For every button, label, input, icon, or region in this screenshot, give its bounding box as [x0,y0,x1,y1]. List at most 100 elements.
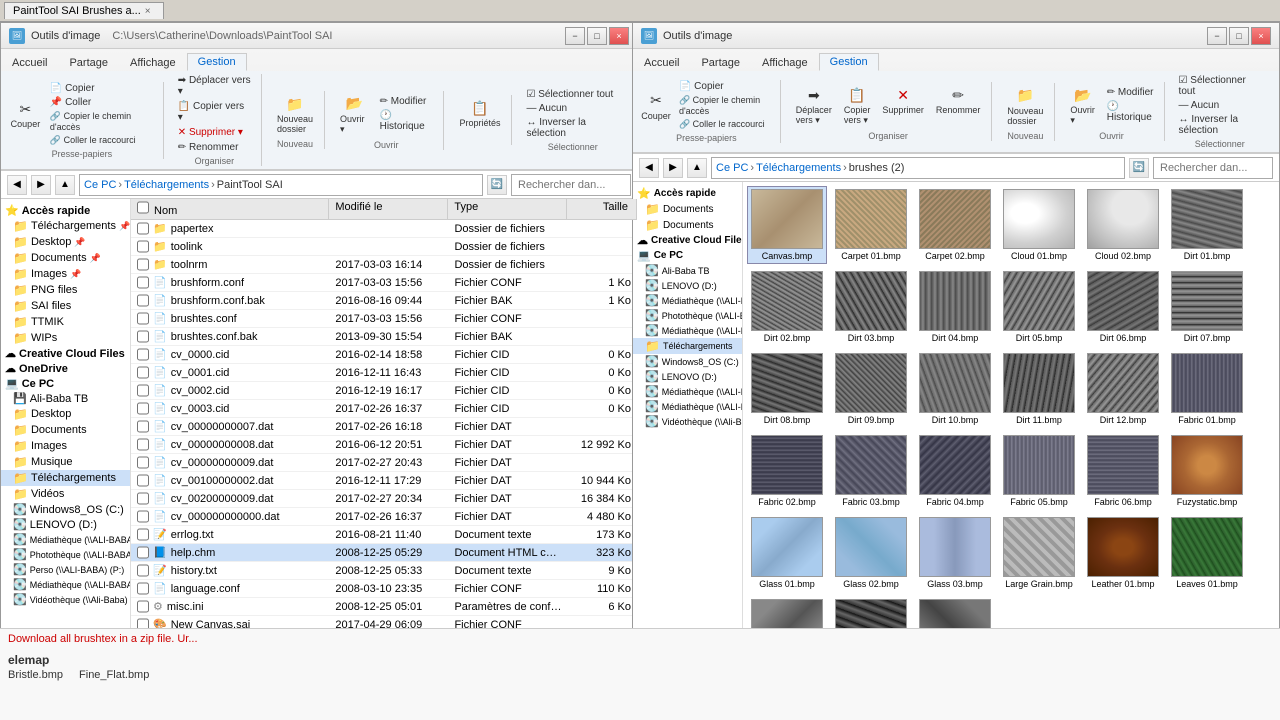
right-sidebar-accueil[interactable]: ⭐ Accès rapide [633,186,742,201]
right-btn-nouveau-dossier[interactable]: 📁 Nouveaudossier [1002,83,1048,129]
left-back-btn[interactable]: ◀ [7,175,27,195]
list-item[interactable]: Fuzystatic.bmp [1167,432,1247,510]
right-sidebar-telecharger[interactable]: 📁 Téléchargements [633,338,742,354]
col-header-type[interactable]: Type [448,199,567,219]
sidebar-item-cepc[interactable]: 💻 Ce PC [1,376,130,391]
left-forward-btn[interactable]: ▶ [31,175,51,195]
row-checkbox[interactable] [137,456,149,469]
left-btn-tout[interactable]: ☑ Sélectionner tout [522,88,623,101]
sidebar-item-acces-rapide[interactable]: ⭐ Accès rapide [1,203,130,218]
row-checkbox[interactable] [137,564,149,577]
row-checkbox[interactable] [137,312,149,325]
left-tab-gestion[interactable]: Gestion [187,53,247,71]
left-btn-historique[interactable]: 🕐 Historique [376,109,438,133]
table-row[interactable]: 📄 cv_00200000009.dat 2017-02-27 20:34 Fi… [131,490,637,508]
right-tab-accueil[interactable]: Accueil [633,54,690,71]
row-checkbox[interactable] [137,474,149,487]
row-checkbox[interactable] [137,240,149,253]
sidebar-item-onedrive[interactable]: ☁ OneDrive [1,361,130,376]
left-bc-cepc[interactable]: Ce PC [84,179,116,191]
list-item[interactable]: Dirt 01.bmp [1167,186,1247,264]
right-btn-copier-chemin[interactable]: 🔗 Copier le chemin d'accès [675,94,774,117]
left-btn-coller[interactable]: 📌 Coller [46,96,157,109]
sidebar-item-perso-p[interactable]: 💽 Perso (\\ALI-BABA) (P:) [1,562,130,577]
list-item[interactable]: Fabric 03.bmp [831,432,911,510]
table-row[interactable]: 📄 cv_0000.cid 2016-02-14 18:58 Fichier C… [131,346,637,364]
right-btn-renommer[interactable]: ✏ Renommer [931,82,986,129]
right-sidebar-photo-o[interactable]: 💽 Photothèque (\\ALI-BABA) (O:) [633,308,742,323]
table-row[interactable]: 📁 papertex Dossier de fichiers [131,220,637,238]
right-sidebar-med-m2[interactable]: 💽 Médiathèque (\\ALI-BABA) (M:) [633,384,742,399]
left-btn-inverser[interactable]: ↔ Inverser la sélection [522,116,623,140]
right-sidebar-docs1[interactable]: 📁 Documents [633,201,742,217]
sidebar-item-png[interactable]: 📁 PNG files [1,282,130,298]
right-sidebar-med-m[interactable]: 💽 Médiathèque (\\ALI-BABA) (M:) [633,293,742,308]
list-item[interactable]: Glass 03.bmp [915,514,995,592]
left-minimize-btn[interactable]: − [565,27,585,45]
right-sidebar-lenovod[interactable]: 💽 LENOVO (D:) [633,278,742,293]
right-bc-downloads[interactable]: Téléchargements [756,162,841,174]
sidebar-item-creative-cloud[interactable]: ☁ Creative Cloud Files [1,346,130,361]
right-sidebar-docs2[interactable]: 📁 Documents [633,217,742,233]
table-row[interactable]: 📄 cv_00000000009.dat 2017-02-27 20:43 Fi… [131,454,637,472]
col-header-date[interactable]: Modifié le [329,199,448,219]
right-sidebar-winc[interactable]: 💽 Windows8_OS (C:) [633,354,742,369]
sidebar-item-alibaba[interactable]: 💾 Ali-Baba TB [1,391,130,406]
list-item[interactable]: Dirt 02.bmp [747,268,827,346]
table-row[interactable]: 📄 cv_00000000008.dat 2016-06-12 20:51 Fi… [131,436,637,454]
right-sidebar-lenovo2[interactable]: 💽 LENOVO (D:) [633,369,742,384]
sidebar-item-med-m[interactable]: 💽 Médiathèque (\\ALI-BABA) (M:) [1,532,130,547]
list-item[interactable]: bmp3 [915,596,995,629]
right-tab-affichage[interactable]: Affichage [751,54,819,71]
left-btn-ouvrir[interactable]: 📂 Ouvrir ▾ [335,91,374,138]
list-item[interactable]: Large Grain.bmp [999,514,1079,592]
list-item[interactable]: Canvas.bmp [747,186,827,264]
right-btn-tout[interactable]: ☑ Sélectionner tout [1175,74,1265,98]
right-refresh-btn[interactable]: 🔄 [1129,158,1149,178]
list-item[interactable]: Fabric 01.bmp [1167,350,1247,428]
sidebar-item-images[interactable]: 📁 Images 📌 [1,266,130,282]
left-search-input[interactable] [511,174,631,196]
row-checkbox[interactable] [137,546,149,559]
list-item[interactable]: Carpet 02.bmp [915,186,995,264]
right-btn-copier[interactable]: 📄 Copier [675,80,774,93]
left-tab-accueil[interactable]: Accueil [1,54,58,71]
table-row[interactable]: 📄 cv_0001.cid 2016-12-11 16:43 Fichier C… [131,364,637,382]
left-bc-downloads[interactable]: Téléchargements [124,179,209,191]
left-btn-supprimer[interactable]: ✕ Supprimer ▾ [174,126,255,139]
table-row[interactable]: 📄 cv_000000000000.dat 2017-02-26 16:37 F… [131,508,637,526]
right-btn-ouvrir[interactable]: 📂 Ouvrir ▾ [1065,82,1100,129]
right-sidebar-creative[interactable]: ☁ Creative Cloud Files [633,233,742,248]
right-sidebar-med-y2[interactable]: 💽 Médiathèque (\\ALI-BABA) (Y:) [633,399,742,414]
sidebar-item-video-v[interactable]: 💽 Vidéothèque (\\Ali-Baba) (V:) [1,592,130,607]
row-checkbox[interactable] [137,294,149,307]
sidebar-item-images2[interactable]: 📁 Images [1,438,130,454]
sidebar-item-videos[interactable]: 📁 Vidéos [1,486,130,502]
right-sidebar-cepc[interactable]: 💻 Ce PC [633,248,742,263]
sidebar-item-desktop2[interactable]: 📁 Desktop [1,406,130,422]
sidebar-item-photo-o[interactable]: 💽 Photothèque (\\ALI-BABA) (O:) [1,547,130,562]
browser-tab-close[interactable]: × [145,6,151,17]
row-checkbox[interactable] [137,582,149,595]
table-row[interactable]: ⚙ misc.ini 2008-12-25 05:01 Paramètres d… [131,598,637,616]
right-btn-inverser[interactable]: ↔ Inverser la sélection [1175,113,1265,137]
row-checkbox[interactable] [137,402,149,415]
left-btn-coller-raccourci[interactable]: 🔗 Coller le raccourci [46,134,157,147]
right-search-input[interactable] [1153,157,1273,179]
sidebar-item-sai[interactable]: 📁 SAI files [1,298,130,314]
col-header-nom[interactable]: Nom [131,199,329,219]
right-tab-partage[interactable]: Partage [690,54,751,71]
right-btn-modifier[interactable]: ✏ Modifier [1103,86,1158,99]
browser-tab[interactable]: PaintTool SAI Brushes a... × [4,2,164,19]
list-item[interactable]: Dirt 06.bmp [1083,268,1163,346]
list-item[interactable]: bmp1 [747,596,827,629]
list-item[interactable]: Carpet 01.bmp [831,186,911,264]
table-row[interactable]: 📄 cv_00000000007.dat 2017-02-26 16:18 Fi… [131,418,637,436]
col-header-size[interactable]: Taille [567,199,637,219]
row-checkbox[interactable] [137,258,149,271]
right-btn-deplacer[interactable]: ➡ Déplacervers ▾ [791,82,837,129]
list-item[interactable]: Dirt 07.bmp [1167,268,1247,346]
right-btn-historique[interactable]: 🕐 Historique [1103,100,1158,124]
row-checkbox[interactable] [137,276,149,289]
table-row[interactable]: 📄 cv_0002.cid 2016-12-19 16:17 Fichier C… [131,382,637,400]
